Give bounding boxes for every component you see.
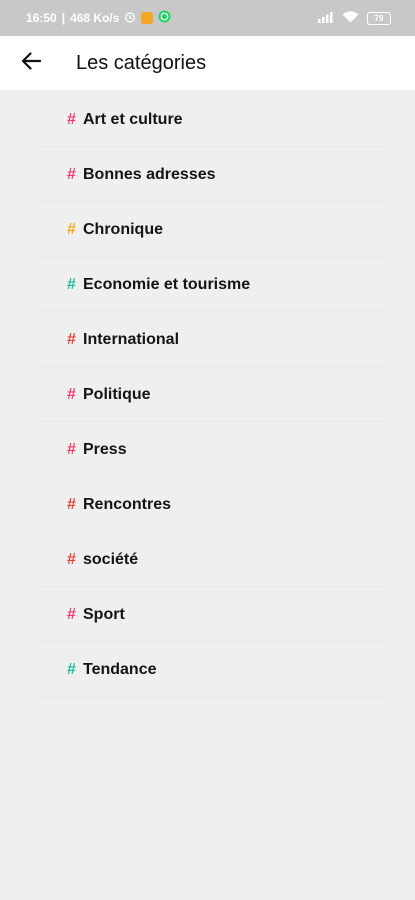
category-label: Chronique <box>83 220 163 238</box>
category-item-chronique[interactable]: # Chronique <box>0 202 415 257</box>
category-label: Economie et tourisme <box>83 275 251 293</box>
back-button[interactable] <box>11 43 51 83</box>
hashtag-icon: # <box>67 110 76 128</box>
category-item-press[interactable]: # Press <box>0 422 415 477</box>
hashtag-icon: # <box>67 660 76 678</box>
category-label: société <box>83 550 139 568</box>
status-separator: | <box>61 11 66 25</box>
arrow-left-icon <box>21 51 42 75</box>
battery-level: 79 <box>374 13 384 23</box>
status-bar: 16:50 | 468 Ko/s 79 <box>0 0 415 36</box>
category-label: Bonnes adresses <box>83 165 216 183</box>
whatsapp-icon <box>158 10 171 26</box>
status-time: 16:50 <box>26 11 57 25</box>
category-label: International <box>83 330 180 348</box>
signal-icon <box>318 11 334 26</box>
hashtag-icon: # <box>67 165 76 183</box>
status-left: 16:50 | 468 Ko/s <box>26 10 171 26</box>
hashtag-icon: # <box>67 495 76 513</box>
category-item-sport[interactable]: # Sport <box>0 587 415 642</box>
category-item-international[interactable]: # International <box>0 312 415 367</box>
hashtag-icon: # <box>67 330 76 348</box>
category-label: Art et culture <box>83 110 183 128</box>
network-speed: 468 Ko/s <box>70 11 120 25</box>
category-list: # Art et culture # Bonnes adresses # Chr… <box>0 92 415 697</box>
wifi-icon <box>342 10 359 26</box>
category-item-tendance[interactable]: # Tendance <box>0 642 415 697</box>
category-item-rencontres[interactable]: # Rencontres <box>0 477 415 532</box>
hashtag-icon: # <box>67 550 76 568</box>
hashtag-icon: # <box>67 385 76 403</box>
hashtag-icon: # <box>67 220 76 238</box>
category-item-societe[interactable]: # société <box>0 532 415 587</box>
hashtag-icon: # <box>67 275 76 293</box>
status-right: 79 <box>318 10 391 26</box>
category-item-art-et-culture[interactable]: # Art et culture <box>0 92 415 147</box>
app-notification-icon <box>141 12 154 24</box>
category-item-economie-et-tourisme[interactable]: # Economie et tourisme <box>0 257 415 312</box>
category-label: Rencontres <box>83 495 172 513</box>
category-label: Tendance <box>83 660 157 678</box>
category-label: Sport <box>83 605 125 623</box>
hashtag-icon: # <box>67 605 76 623</box>
category-item-politique[interactable]: # Politique <box>0 367 415 422</box>
category-label: Politique <box>83 385 151 403</box>
hashtag-icon: # <box>67 440 76 458</box>
app-bar: Les catégories <box>0 36 415 90</box>
page-title: Les catégories <box>76 51 207 74</box>
category-label: Press <box>83 440 127 458</box>
alarm-icon <box>124 11 136 26</box>
battery-icon: 79 <box>367 11 391 25</box>
category-item-bonnes-adresses[interactable]: # Bonnes adresses <box>0 147 415 202</box>
